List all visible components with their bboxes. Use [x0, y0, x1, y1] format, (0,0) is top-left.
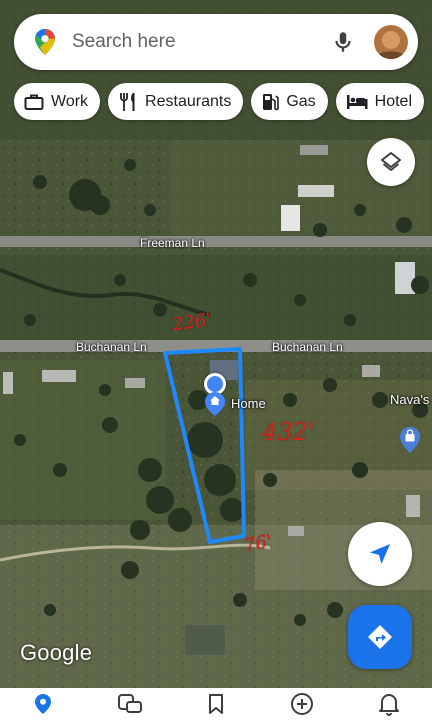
layers-button[interactable] [367, 138, 415, 186]
briefcase-icon [24, 94, 44, 110]
chip-gas[interactable]: Gas [251, 83, 328, 120]
home-pin-icon [205, 392, 225, 416]
bell-icon [378, 694, 399, 716]
shopping-bag-icon [400, 427, 420, 453]
nav-saved[interactable] [196, 688, 236, 720]
road-label-buchanan-left: Buchanan Ln [76, 340, 147, 354]
google-wordmark: Google [20, 640, 93, 665]
chip-gas-label: Gas [286, 92, 316, 110]
chip-hotel-label: Hotel [374, 92, 413, 110]
category-chips: Work Restaurants Gas Hotel [14, 83, 425, 121]
road-label-freeman: Freeman Ln [140, 236, 205, 250]
search-bar[interactable]: Search here [14, 14, 418, 70]
chip-work-label: Work [51, 92, 89, 110]
bed-icon [346, 94, 368, 109]
profile-photo-icon [374, 25, 408, 59]
maps-logo-icon [35, 29, 55, 55]
nav-explore[interactable] [23, 688, 63, 720]
annotation-side-length: 432' [262, 418, 315, 446]
nav-updates[interactable] [369, 688, 409, 720]
store-pin-label: Nava's [390, 392, 430, 407]
nav-commute[interactable] [110, 688, 150, 720]
location-pin-icon [35, 694, 52, 714]
gas-pump-icon [263, 93, 280, 110]
layers-icon [381, 152, 401, 171]
chip-hotel[interactable]: Hotel [335, 83, 425, 120]
directions-icon [368, 625, 392, 649]
home-pin-label: Home [231, 396, 266, 411]
add-circle-icon [291, 693, 314, 715]
search-input[interactable]: Search here [72, 31, 330, 53]
commute-icon [117, 694, 142, 713]
navigation-arrow-icon [370, 544, 390, 564]
bottom-navigation [0, 688, 432, 720]
chip-restaurants-label: Restaurants [145, 92, 232, 110]
fork-knife-icon [120, 92, 135, 111]
bookmark-icon [208, 694, 223, 714]
road-label-buchanan-right: Buchanan Ln [272, 340, 343, 354]
chip-work[interactable]: Work [14, 83, 101, 120]
chip-restaurants[interactable]: Restaurants [108, 83, 244, 120]
microphone-icon[interactable] [330, 29, 356, 55]
directions-button[interactable] [348, 605, 412, 669]
avatar[interactable] [374, 25, 408, 59]
my-location-button[interactable] [348, 522, 412, 586]
nav-contribute[interactable] [282, 688, 322, 720]
